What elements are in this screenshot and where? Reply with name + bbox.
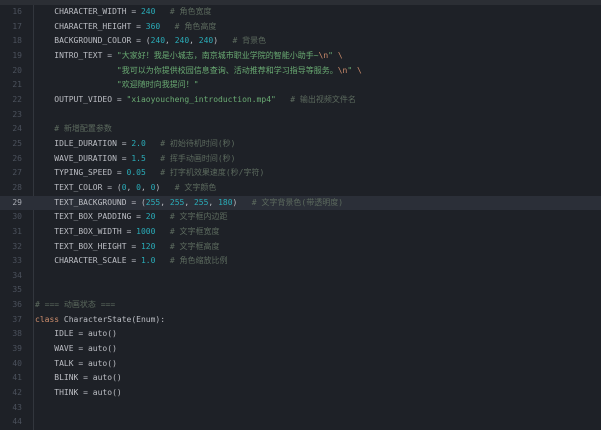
code-text: TEXT_BOX_HEIGHT = 120 # 文字框高度	[30, 240, 601, 255]
line-number[interactable]: 25	[0, 137, 30, 152]
line-number[interactable]: 19	[0, 49, 30, 64]
line-number[interactable]: 32	[0, 240, 30, 255]
code-line[interactable]: 41 BLINK = auto()	[0, 371, 601, 386]
code-text: OUTPUT_VIDEO = "xiaoyoucheng_introductio…	[30, 93, 601, 108]
code-line[interactable]: 43	[0, 401, 601, 416]
code-text: CHARACTER_HEIGHT = 360 # 角色高度	[30, 20, 601, 35]
line-number[interactable]: 18	[0, 34, 30, 49]
code-text: WAVE_DURATION = 1.5 # 挥手动画时间(秒)	[30, 152, 601, 167]
code-line[interactable]: 20 "我可以为你提供校园信息查询、活动推荐和学习指导等服务。\n" \	[0, 64, 601, 79]
line-number[interactable]: 17	[0, 20, 30, 35]
code-text: "欢迎随时向我提问！"	[30, 78, 601, 93]
code-line[interactable]: 28 TEXT_COLOR = (0, 0, 0) # 文字颜色	[0, 181, 601, 196]
line-number[interactable]: 42	[0, 386, 30, 401]
code-line[interactable]: 21 "欢迎随时向我提问！"	[0, 78, 601, 93]
code-text: TEXT_COLOR = (0, 0, 0) # 文字颜色	[30, 181, 601, 196]
code-line[interactable]: 35	[0, 283, 601, 298]
code-text: THINK = auto()	[30, 386, 601, 401]
code-text: TEXT_BOX_PADDING = 20 # 文字框内边距	[30, 210, 601, 225]
code-line[interactable]: 24 # 新增配置参数	[0, 122, 601, 137]
code-text: WAVE = auto()	[30, 342, 601, 357]
code-text: TALK = auto()	[30, 357, 601, 372]
line-number[interactable]: 27	[0, 166, 30, 181]
code-line[interactable]: 34	[0, 269, 601, 284]
code-line[interactable]: 44	[0, 415, 601, 430]
line-number[interactable]: 21	[0, 78, 30, 93]
code-text	[30, 108, 601, 123]
code-line[interactable]: 31 TEXT_BOX_WIDTH = 1000 # 文字框宽度	[0, 225, 601, 240]
line-number[interactable]: 22	[0, 93, 30, 108]
code-text: IDLE_DURATION = 2.0 # 初始待机时间(秒)	[30, 137, 601, 152]
code-text: CHARACTER_WIDTH = 240 # 角色宽度	[30, 5, 601, 20]
code-line[interactable]: 33 CHARACTER_SCALE = 1.0 # 角色缩放比例	[0, 254, 601, 269]
code-text: "我可以为你提供校园信息查询、活动推荐和学习指导等服务。\n" \	[30, 64, 601, 79]
code-text: BLINK = auto()	[30, 371, 601, 386]
code-text: CHARACTER_SCALE = 1.0 # 角色缩放比例	[30, 254, 601, 269]
line-number[interactable]: 37	[0, 313, 30, 328]
code-line[interactable]: 42 THINK = auto()	[0, 386, 601, 401]
line-number[interactable]: 33	[0, 254, 30, 269]
line-number[interactable]: 30	[0, 210, 30, 225]
code-line[interactable]: 26 WAVE_DURATION = 1.5 # 挥手动画时间(秒)	[0, 152, 601, 167]
line-number[interactable]: 36	[0, 298, 30, 313]
line-number[interactable]: 23	[0, 108, 30, 123]
line-number[interactable]: 43	[0, 401, 30, 416]
code-line[interactable]: 25 IDLE_DURATION = 2.0 # 初始待机时间(秒)	[0, 137, 601, 152]
code-text: TYPING_SPEED = 0.05 # 打字机效果速度(秒/字符)	[30, 166, 601, 181]
line-number[interactable]: 34	[0, 269, 30, 284]
code-text	[30, 415, 601, 430]
line-number[interactable]: 35	[0, 283, 30, 298]
line-number[interactable]: 29	[0, 196, 30, 211]
code-line[interactable]: 32 TEXT_BOX_HEIGHT = 120 # 文字框高度	[0, 240, 601, 255]
code-text: # 新增配置参数	[30, 122, 601, 137]
code-line[interactable]: 29 TEXT_BACKGROUND = (255, 255, 255, 180…	[0, 196, 601, 211]
code-line[interactable]: 40 TALK = auto()	[0, 357, 601, 372]
code-line[interactable]: 19 INTRO_TEXT = "大家好！我是小城志，南京城市职业学院的智能小助…	[0, 49, 601, 64]
code-line[interactable]: 39 WAVE = auto()	[0, 342, 601, 357]
code-text: class CharacterState(Enum):	[30, 313, 601, 328]
code-text: INTRO_TEXT = "大家好！我是小城志，南京城市职业学院的智能小助手~\…	[30, 49, 601, 64]
code-line[interactable]: 36# === 动画状态 ===	[0, 298, 601, 313]
line-number[interactable]: 31	[0, 225, 30, 240]
code-line[interactable]: 16 CHARACTER_WIDTH = 240 # 角色宽度	[0, 5, 601, 20]
line-number[interactable]: 16	[0, 5, 30, 20]
code-text	[30, 269, 601, 284]
code-line[interactable]: 23	[0, 108, 601, 123]
code-line[interactable]: 22 OUTPUT_VIDEO = "xiaoyoucheng_introduc…	[0, 93, 601, 108]
line-number[interactable]: 24	[0, 122, 30, 137]
code-line[interactable]: 18 BACKGROUND_COLOR = (240, 240, 240) # …	[0, 34, 601, 49]
code-text	[30, 283, 601, 298]
line-number[interactable]: 39	[0, 342, 30, 357]
line-number[interactable]: 20	[0, 64, 30, 79]
code-text: # === 动画状态 ===	[30, 298, 601, 313]
line-number[interactable]: 28	[0, 181, 30, 196]
code-text: TEXT_BOX_WIDTH = 1000 # 文字框宽度	[30, 225, 601, 240]
line-number[interactable]: 41	[0, 371, 30, 386]
code-line[interactable]: 17 CHARACTER_HEIGHT = 360 # 角色高度	[0, 20, 601, 35]
code-line[interactable]: 38 IDLE = auto()	[0, 327, 601, 342]
code-text: BACKGROUND_COLOR = (240, 240, 240) # 背景色	[30, 34, 601, 49]
line-number[interactable]: 38	[0, 327, 30, 342]
code-editor: 16 CHARACTER_WIDTH = 240 # 角色宽度17 CHARAC…	[0, 0, 601, 430]
line-number[interactable]: 44	[0, 415, 30, 430]
line-number[interactable]: 40	[0, 357, 30, 372]
code-line[interactable]: 27 TYPING_SPEED = 0.05 # 打字机效果速度(秒/字符)	[0, 166, 601, 181]
code-text: TEXT_BACKGROUND = (255, 255, 255, 180) #…	[30, 196, 601, 211]
code-line[interactable]: 37class CharacterState(Enum):	[0, 313, 601, 328]
code-area[interactable]: 16 CHARACTER_WIDTH = 240 # 角色宽度17 CHARAC…	[0, 5, 601, 430]
code-text	[30, 401, 601, 416]
code-line[interactable]: 30 TEXT_BOX_PADDING = 20 # 文字框内边距	[0, 210, 601, 225]
line-number[interactable]: 26	[0, 152, 30, 167]
code-text: IDLE = auto()	[30, 327, 601, 342]
